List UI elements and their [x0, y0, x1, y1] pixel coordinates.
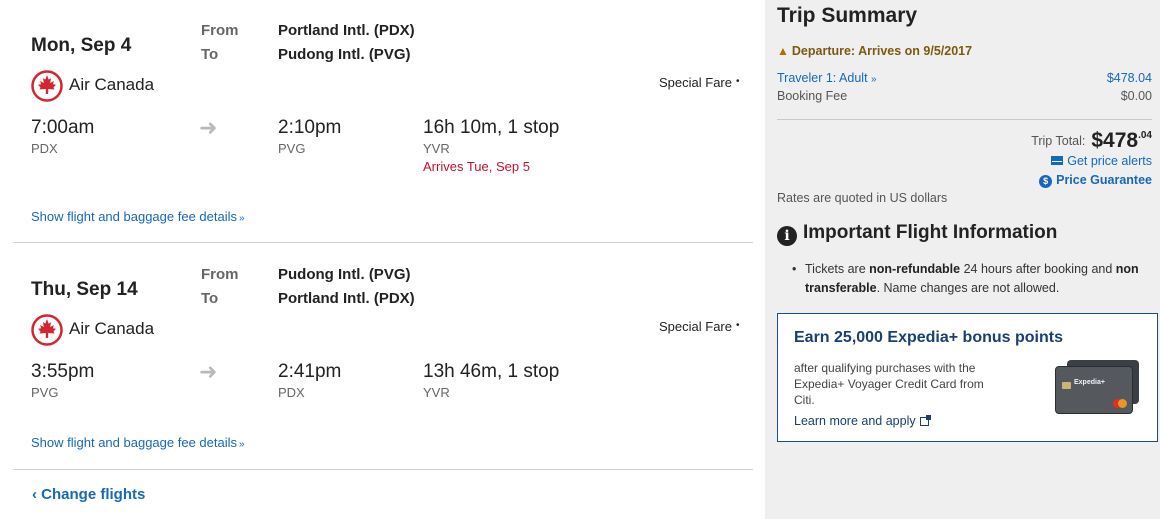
- bullet: •: [792, 262, 797, 276]
- trip-total-cents: .04: [1138, 130, 1152, 141]
- info-emphasis: non-refundable: [869, 262, 961, 276]
- chevron-down-double-icon: »: [239, 439, 245, 450]
- to-label: To: [201, 46, 219, 63]
- fare-info-dot[interactable]: •: [736, 76, 740, 87]
- card-chip: [1062, 382, 1071, 389]
- arrive-code: PDX: [278, 385, 305, 400]
- fare-type: Special Fare: [659, 75, 732, 90]
- from-airport: Portland Intl. (PDX): [278, 22, 415, 39]
- change-flights-label: Change flights: [41, 486, 146, 503]
- chevron-left-icon: ‹: [32, 486, 37, 503]
- expedia-card-promo: Earn 25,000 Expedia+ bonus points after …: [777, 313, 1158, 442]
- departure-warning-text: Departure: Arrives on 9/5/2017: [791, 44, 973, 58]
- warning-triangle-icon: ▲: [777, 44, 789, 58]
- important-info-bullet: • Tickets are non-refundable 24 hours af…: [792, 260, 1150, 298]
- details-link-label: Show flight and baggage fee details: [31, 435, 237, 450]
- stop-code: YVR: [423, 141, 450, 156]
- air-canada-maple-leaf-icon: [31, 70, 63, 102]
- traveler-price: $478.04: [1106, 71, 1152, 85]
- chevron-down-double-icon: »: [871, 74, 877, 85]
- depart-code: PDX: [31, 141, 58, 156]
- airline-name: Air Canada: [69, 75, 155, 94]
- price-guarantee-link[interactable]: $ Price Guarantee: [1039, 173, 1152, 188]
- flight-leg-outbound: Mon, Sep 4 From To Portland Intl. (PDX) …: [13, 0, 753, 243]
- departure-warning: ▲ Departure: Arrives on 9/5/2017: [777, 44, 972, 58]
- to-label: To: [201, 290, 219, 307]
- promo-body: after qualifying purchases with the Expe…: [794, 361, 984, 407]
- from-label: From: [201, 266, 239, 283]
- flight-duration: 16h 10m, 1 stop: [423, 117, 560, 138]
- stop-code: YVR: [423, 385, 450, 400]
- mastercard-logo-icon: [1113, 399, 1127, 408]
- trip-total: Trip Total: $478.04: [1031, 129, 1152, 153]
- change-flights-link[interactable]: ‹ Change flights: [32, 486, 145, 503]
- from-airport: Pudong Intl. (PVG): [278, 266, 411, 283]
- rates-note: Rates are quoted in US dollars: [777, 191, 948, 205]
- flight-leg-return: Thu, Sep 14 From To Pudong Intl. (PVG) P…: [13, 244, 753, 470]
- booking-fee-label: Booking Fee: [777, 89, 848, 103]
- flight-details-link[interactable]: Show flight and baggage fee details»: [31, 209, 245, 224]
- from-label: From: [201, 22, 239, 39]
- right-arrow-icon: ➜: [199, 359, 218, 384]
- flight-duration: 13h 46m, 1 stop: [423, 361, 560, 382]
- info-text: Tickets are: [805, 262, 870, 276]
- info-text: . Name changes are not allowed.: [876, 281, 1060, 295]
- flight-details-link[interactable]: Show flight and baggage fee details»: [31, 435, 245, 450]
- chevron-down-double-icon: »: [239, 213, 245, 224]
- depart-code: PVG: [31, 385, 59, 400]
- arrive-code: PVG: [278, 141, 306, 156]
- dollar-circle-icon: $: [1039, 175, 1053, 188]
- envelope-icon: [1051, 156, 1064, 165]
- right-arrow-icon: ➜: [199, 115, 218, 140]
- to-airport: Pudong Intl. (PVG): [278, 46, 411, 63]
- card-brand: Expedia+: [1074, 379, 1105, 386]
- leg-date: Mon, Sep 4: [31, 35, 132, 56]
- credit-card-image: Expedia+: [1055, 366, 1133, 414]
- flights-panel: Mon, Sep 4 From To Portland Intl. (PDX) …: [0, 0, 765, 519]
- booking-fee-value: $0.00: [1120, 89, 1152, 103]
- important-info-heading: i Important Flight Information: [777, 222, 1057, 246]
- price-alerts-label: Get price alerts: [1067, 154, 1152, 168]
- traveler-label: Traveler 1: Adult: [777, 71, 868, 85]
- summary-divider: [777, 119, 1152, 120]
- airline-name: Air Canada: [69, 319, 155, 338]
- leg-date: Thu, Sep 14: [31, 279, 138, 300]
- trip-total-amount: $478: [1091, 129, 1139, 152]
- traveler-toggle[interactable]: Traveler 1: Adult »: [777, 71, 877, 85]
- fare-info-dot[interactable]: •: [736, 320, 740, 331]
- air-canada-maple-leaf-icon: [31, 314, 63, 346]
- promo-title: Earn 25,000 Expedia+ bonus points: [794, 329, 1063, 346]
- external-link-icon: [919, 415, 931, 426]
- depart-time: 7:00am: [31, 117, 95, 138]
- arrival-note: Arrives Tue, Sep 5: [423, 159, 530, 174]
- booking-fee-row: Booking Fee $0.00: [777, 89, 1152, 105]
- trip-summary-panel: Trip Summary ▲ Departure: Arrives on 9/5/…: [765, 0, 1160, 519]
- price-alerts-link[interactable]: Get price alerts: [1051, 154, 1152, 168]
- learn-more-label: Learn more and apply: [794, 414, 916, 428]
- details-link-label: Show flight and baggage fee details: [31, 209, 237, 224]
- traveler-row: Traveler 1: Adult » $478.04: [777, 71, 1152, 87]
- fare-type: Special Fare: [659, 319, 732, 334]
- trip-total-label: Trip Total:: [1031, 134, 1086, 148]
- summary-title: Trip Summary: [777, 4, 918, 27]
- arrive-time: 2:10pm: [278, 117, 342, 138]
- info-text: 24 hours after booking and: [960, 262, 1116, 276]
- info-circle-icon: i: [777, 226, 797, 246]
- important-info-title: Important Flight Information: [803, 222, 1058, 243]
- depart-time: 3:55pm: [31, 361, 95, 382]
- to-airport: Portland Intl. (PDX): [278, 290, 415, 307]
- price-guarantee-label: Price Guarantee: [1056, 173, 1152, 187]
- learn-more-link[interactable]: Learn more and apply: [794, 414, 931, 428]
- arrive-time: 2:41pm: [278, 361, 342, 382]
